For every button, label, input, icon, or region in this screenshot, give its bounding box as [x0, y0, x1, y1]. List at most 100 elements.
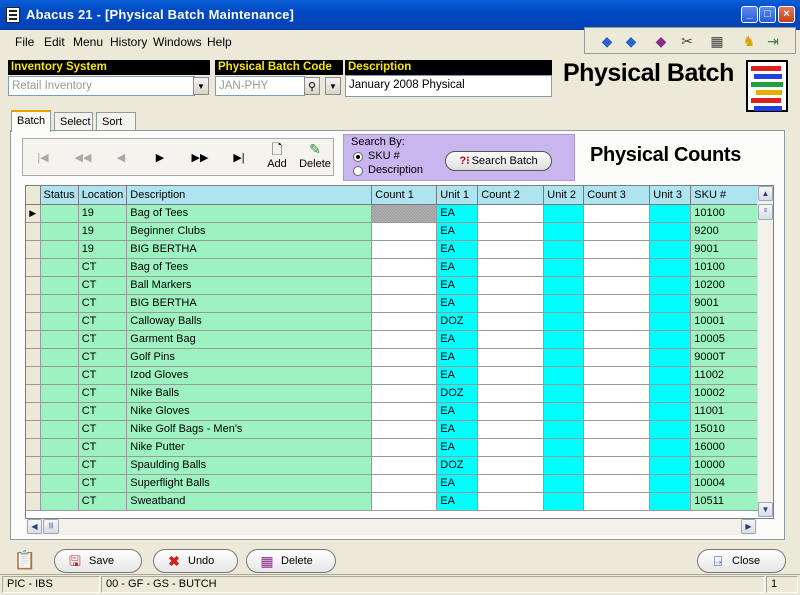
cell-count-1[interactable]: [371, 384, 438, 403]
cell-sku[interactable]: 9001: [690, 240, 764, 259]
table-row[interactable]: 19 Beginner Clubs EA 9200: [26, 222, 764, 241]
save-button[interactable]: 🖫 Save: [54, 549, 142, 573]
column-status[interactable]: Status: [40, 186, 79, 205]
row-selector[interactable]: [26, 240, 41, 259]
cell-count-2[interactable]: [477, 330, 545, 349]
cell-unit-2[interactable]: [543, 204, 585, 223]
forward-arrow-icon[interactable]: ◆: [623, 33, 639, 49]
cell-unit-1[interactable]: EA: [436, 366, 479, 385]
description-field[interactable]: January 2008 Physical: [345, 75, 552, 97]
batch-code-field[interactable]: JAN-PHY: [215, 76, 305, 96]
cell-unit-3[interactable]: [649, 222, 692, 241]
cell-location[interactable]: CT: [78, 474, 128, 493]
row-selector[interactable]: [26, 276, 41, 295]
cell-description[interactable]: Nike Balls: [126, 384, 373, 403]
cell-unit-3[interactable]: [649, 420, 692, 439]
cell-sku[interactable]: 11002: [690, 366, 764, 385]
cell-location[interactable]: CT: [78, 258, 128, 277]
cell-count-2[interactable]: [477, 348, 545, 367]
search-description-radio[interactable]: [353, 166, 363, 176]
cell-location[interactable]: CT: [78, 348, 128, 367]
cell-unit-3[interactable]: [649, 438, 692, 457]
cell-count-2[interactable]: [477, 474, 545, 493]
cell-count-2[interactable]: [477, 420, 545, 439]
cell-count-3[interactable]: [583, 240, 651, 259]
cell-count-3[interactable]: [583, 384, 651, 403]
table-row[interactable]: CT Calloway Balls DOZ 10001: [26, 312, 764, 331]
cell-sku[interactable]: 9000T: [690, 348, 764, 367]
previous-page-icon[interactable]: ◀◀: [73, 151, 93, 164]
row-selector[interactable]: [26, 366, 41, 385]
cell-sku[interactable]: 11001: [690, 402, 764, 421]
cell-status[interactable]: [40, 420, 79, 439]
add-button[interactable]: 🗋 Add: [257, 138, 297, 176]
cell-count-2[interactable]: [477, 312, 545, 331]
cell-count-3[interactable]: [583, 474, 651, 493]
cell-count-1[interactable]: [371, 366, 438, 385]
menu-file[interactable]: File: [15, 35, 34, 49]
cell-unit-2[interactable]: [543, 348, 585, 367]
table-row[interactable]: CT Nike Balls DOZ 10002: [26, 384, 764, 403]
cell-unit-3[interactable]: [649, 240, 692, 259]
column-sku[interactable]: SKU #: [690, 186, 764, 205]
cell-count-3[interactable]: [583, 294, 651, 313]
row-selector[interactable]: [26, 384, 41, 403]
cell-count-1[interactable]: [371, 222, 438, 241]
tab-select[interactable]: Select: [54, 112, 93, 131]
cell-unit-1[interactable]: EA: [436, 420, 479, 439]
cell-sku[interactable]: 10002: [690, 384, 764, 403]
back-arrow-icon[interactable]: ◆: [599, 33, 615, 49]
cell-location[interactable]: 19: [78, 222, 128, 241]
cell-description[interactable]: Izod Gloves: [126, 366, 373, 385]
cell-description[interactable]: Superflight Balls: [126, 474, 373, 493]
cell-status[interactable]: [40, 330, 79, 349]
table-row[interactable]: CT Ball Markers EA 10200: [26, 276, 764, 295]
cell-unit-3[interactable]: [649, 258, 692, 277]
cell-unit-2[interactable]: [543, 222, 585, 241]
cell-count-1[interactable]: [371, 294, 438, 313]
cell-location[interactable]: 19: [78, 204, 128, 223]
runner-icon[interactable]: ♞: [741, 33, 757, 49]
cell-count-2[interactable]: [477, 492, 545, 511]
table-row[interactable]: CT Sweatband EA 10511: [26, 492, 764, 511]
cell-unit-3[interactable]: [649, 312, 692, 331]
cell-description[interactable]: Garment Bag: [126, 330, 373, 349]
column-description[interactable]: Description: [126, 186, 373, 205]
cell-count-3[interactable]: [583, 330, 651, 349]
table-row[interactable]: CT Garment Bag EA 10005: [26, 330, 764, 349]
physical-counts-grid[interactable]: Status Location Description Count 1 Unit…: [25, 185, 774, 519]
cell-location[interactable]: CT: [78, 312, 128, 331]
cell-unit-3[interactable]: [649, 348, 692, 367]
cell-sku[interactable]: 10001: [690, 312, 764, 331]
cell-count-2[interactable]: [477, 204, 545, 223]
cell-location[interactable]: CT: [78, 366, 128, 385]
cell-count-1[interactable]: [371, 348, 438, 367]
row-selector[interactable]: ▶: [26, 204, 41, 223]
cell-count-3[interactable]: [583, 348, 651, 367]
previous-record-icon[interactable]: ◀: [111, 151, 131, 164]
cell-location[interactable]: CT: [78, 492, 128, 511]
document-report-icon[interactable]: 📋: [13, 548, 37, 572]
cell-count-1[interactable]: [371, 312, 438, 331]
horizontal-scrollbar[interactable]: ◀ ||| ▶: [26, 519, 757, 535]
cell-description[interactable]: Calloway Balls: [126, 312, 373, 331]
scroll-down-button[interactable]: ▼: [758, 502, 773, 517]
cell-status[interactable]: [40, 438, 79, 457]
cell-description[interactable]: Sweatband: [126, 492, 373, 511]
tab-batch[interactable]: Batch: [11, 110, 51, 132]
scroll-thumb-vertical[interactable]: ≡: [758, 204, 773, 220]
cell-count-3[interactable]: [583, 402, 651, 421]
scroll-thumb-horizontal[interactable]: |||: [43, 519, 59, 534]
cell-unit-1[interactable]: EA: [436, 348, 479, 367]
cell-count-2[interactable]: [477, 384, 545, 403]
row-selector[interactable]: [26, 492, 41, 511]
cell-unit-3[interactable]: [649, 492, 692, 511]
scroll-left-button[interactable]: ◀: [27, 519, 42, 534]
search-sku-radio[interactable]: [353, 152, 363, 162]
cell-unit-2[interactable]: [543, 276, 585, 295]
cell-count-3[interactable]: [583, 492, 651, 511]
cell-unit-3[interactable]: [649, 294, 692, 313]
cell-description[interactable]: BIG BERTHA: [126, 294, 373, 313]
cell-count-3[interactable]: [583, 312, 651, 331]
cell-unit-2[interactable]: [543, 294, 585, 313]
